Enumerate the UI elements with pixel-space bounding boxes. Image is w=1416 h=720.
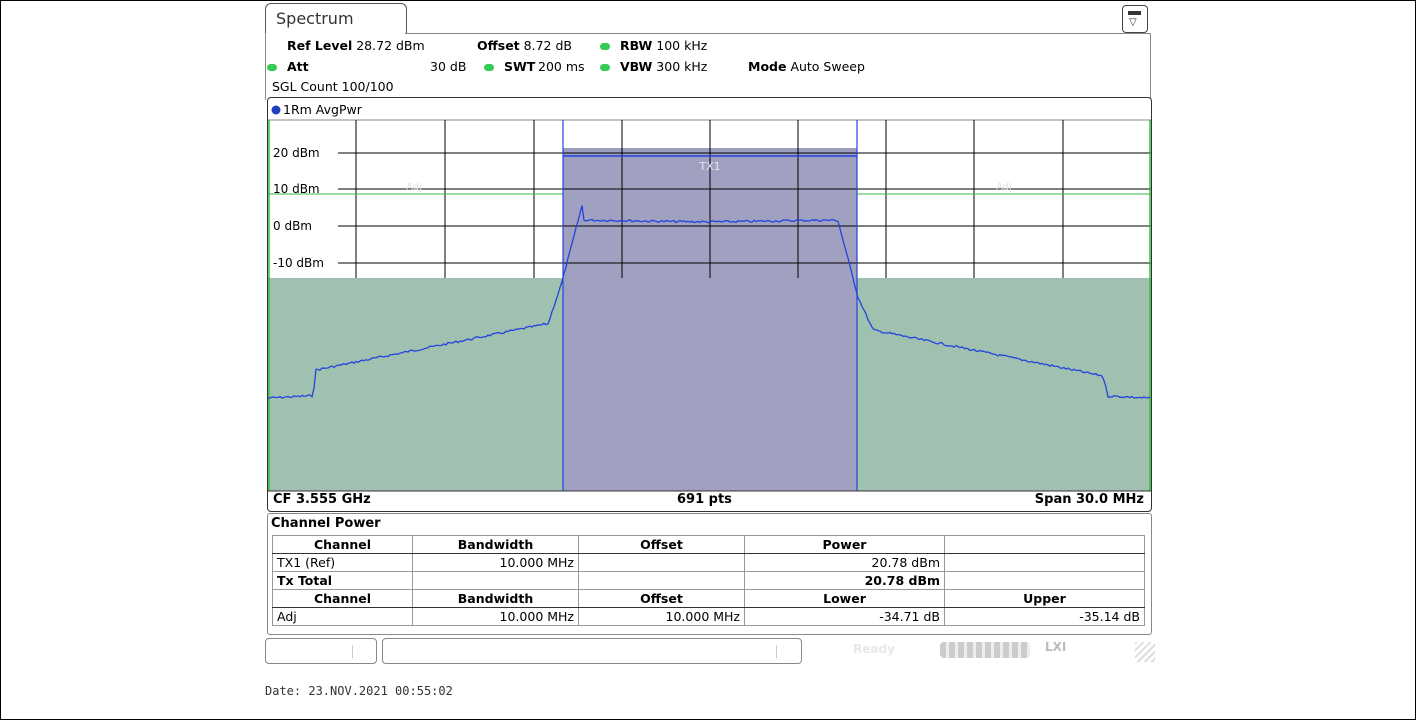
col-bandwidth: Bandwidth — [412, 589, 579, 608]
swt-label: SWT — [504, 59, 535, 74]
ref-level: Ref Level 28.72 dBm — [287, 38, 425, 53]
rbw: RBW 100 kHz — [620, 38, 707, 53]
diagram-footer: CF 3.555 GHz 691 pts Span 30.0 MHz — [267, 490, 1150, 510]
adj-upper-label: Adj — [996, 182, 1012, 193]
cell-empty — [944, 553, 1145, 572]
cell-power: 20.78 dBm — [744, 553, 945, 572]
y-axis-label: 10 dBm — [273, 182, 320, 196]
channel-power-title: Channel Power — [271, 516, 381, 531]
cell-channel: Tx Total — [272, 571, 413, 590]
ref-level-value: 28.72 dBm — [356, 38, 425, 53]
tab-label: Spectrum — [276, 9, 354, 28]
trace-dot — [271, 105, 281, 115]
col-channel: Channel — [272, 535, 413, 554]
col-offset: Offset — [578, 535, 745, 554]
resize-grip-icon[interactable] — [1135, 642, 1155, 662]
cell-offset: 10.000 MHz — [578, 607, 745, 626]
cell-channel: TX1 (Ref) — [272, 553, 413, 572]
status-dot — [600, 64, 610, 71]
col-empty — [944, 535, 1145, 554]
status-dot — [600, 43, 610, 50]
col-bandwidth: Bandwidth — [412, 535, 579, 554]
panel-border-top — [405, 33, 1150, 34]
table-row: TX1 (Ref) 10.000 MHz 20.78 dBm — [272, 553, 1145, 572]
mode: Mode Auto Sweep — [748, 59, 865, 74]
channel-power-panel: Channel Power Channel Bandwidth Offset P… — [267, 513, 1152, 635]
mode-label: Mode — [748, 59, 787, 74]
y-axis-label: -10 dBm — [273, 256, 324, 270]
menu-icon[interactable]: ▽ — [1122, 5, 1148, 33]
adj-lower-label: Adj — [406, 182, 422, 193]
att-label: Att — [287, 59, 309, 74]
ref-level-label: Ref Level — [287, 38, 353, 53]
status-field-2[interactable] — [382, 638, 802, 664]
status-dot — [267, 64, 277, 71]
adj-upper-region — [857, 278, 1151, 491]
y-axis-label: 20 dBm — [273, 146, 320, 160]
channel-power-table: Channel Bandwidth Offset Power TX1 (Ref)… — [272, 535, 1145, 626]
cell-bandwidth — [412, 571, 579, 590]
chevron-down-icon: ▽ — [1129, 17, 1137, 28]
att-label-text: Att — [287, 59, 309, 74]
cell-lower: -34.71 dB — [744, 607, 945, 626]
offset-value: 8.72 dB — [523, 38, 572, 53]
col-lower: Lower — [744, 589, 945, 608]
adj-lower-region — [268, 278, 563, 491]
menu-bar — [1128, 11, 1141, 15]
vbw-label: VBW — [620, 59, 653, 74]
panel-border-right — [1150, 33, 1151, 100]
offset-label: Offset — [477, 38, 520, 53]
capture-date: Date: 23.NOV.2021 00:55:02 — [265, 684, 453, 698]
sweep-points: 691 pts — [677, 492, 732, 507]
tx1-label: TX1 — [698, 160, 720, 173]
table-row: Adj 10.000 MHz 10.000 MHz -34.71 dB -35.… — [272, 607, 1145, 626]
cell-bandwidth: 10.000 MHz — [412, 607, 579, 626]
rbw-value: 100 kHz — [656, 38, 708, 53]
status-field-1[interactable] — [265, 638, 377, 664]
mode-value: Auto Sweep — [790, 59, 865, 74]
vbw-value: 300 kHz — [656, 59, 708, 74]
cell-bandwidth: 10.000 MHz — [412, 553, 579, 572]
cell-power: 20.78 dBm — [744, 571, 945, 590]
col-power: Power — [744, 535, 945, 554]
col-channel: Channel — [272, 589, 413, 608]
swt-label-text: SWT — [504, 59, 536, 74]
status-dot — [484, 64, 494, 71]
spectrum-plot: 1Rm AvgPwr TX1 Adj Adj 20 dBm 10 dBm 0 dBm… — [268, 102, 1151, 492]
lxi-icon: LXI — [1045, 640, 1067, 654]
col-upper: Upper — [944, 589, 1145, 608]
rbw-label: RBW — [620, 38, 653, 53]
cell-offset — [578, 571, 745, 590]
vbw: VBW 300 kHz — [620, 59, 707, 74]
trace-label: 1Rm AvgPwr — [283, 102, 363, 117]
spectrum-diagram[interactable]: 1Rm AvgPwr TX1 Adj Adj 20 dBm 10 dBm 0 dBm… — [267, 97, 1152, 512]
tab-spectrum[interactable]: Spectrum — [265, 3, 407, 34]
center-frequency: CF 3.555 GHz — [273, 492, 371, 507]
cell-empty — [944, 571, 1145, 590]
table-row: Tx Total 20.78 dBm — [272, 571, 1145, 590]
swt-value: 200 ms — [538, 59, 585, 74]
table-header-row: Channel Bandwidth Offset Power — [272, 535, 1145, 554]
sgl-count: SGL Count 100/100 — [272, 79, 394, 94]
y-axis-labels: 20 dBm 10 dBm 0 dBm -10 dBm — [273, 146, 324, 270]
ready-status: Ready — [853, 642, 895, 656]
sweep-progress-bar — [940, 642, 1030, 658]
panel-border-left — [265, 33, 266, 100]
offset: Offset 8.72 dB — [477, 38, 572, 53]
table-header-row: Channel Bandwidth Offset Lower Upper — [272, 589, 1145, 608]
cell-channel: Adj — [272, 607, 413, 626]
att-value: 30 dB — [430, 59, 467, 74]
cell-upper: -35.14 dB — [944, 607, 1145, 626]
span: Span 30.0 MHz — [1034, 492, 1144, 507]
cell-offset — [578, 553, 745, 572]
status-bar: Ready LXI — [265, 636, 1155, 666]
col-offset: Offset — [578, 589, 745, 608]
y-axis-label: 0 dBm — [273, 219, 312, 233]
